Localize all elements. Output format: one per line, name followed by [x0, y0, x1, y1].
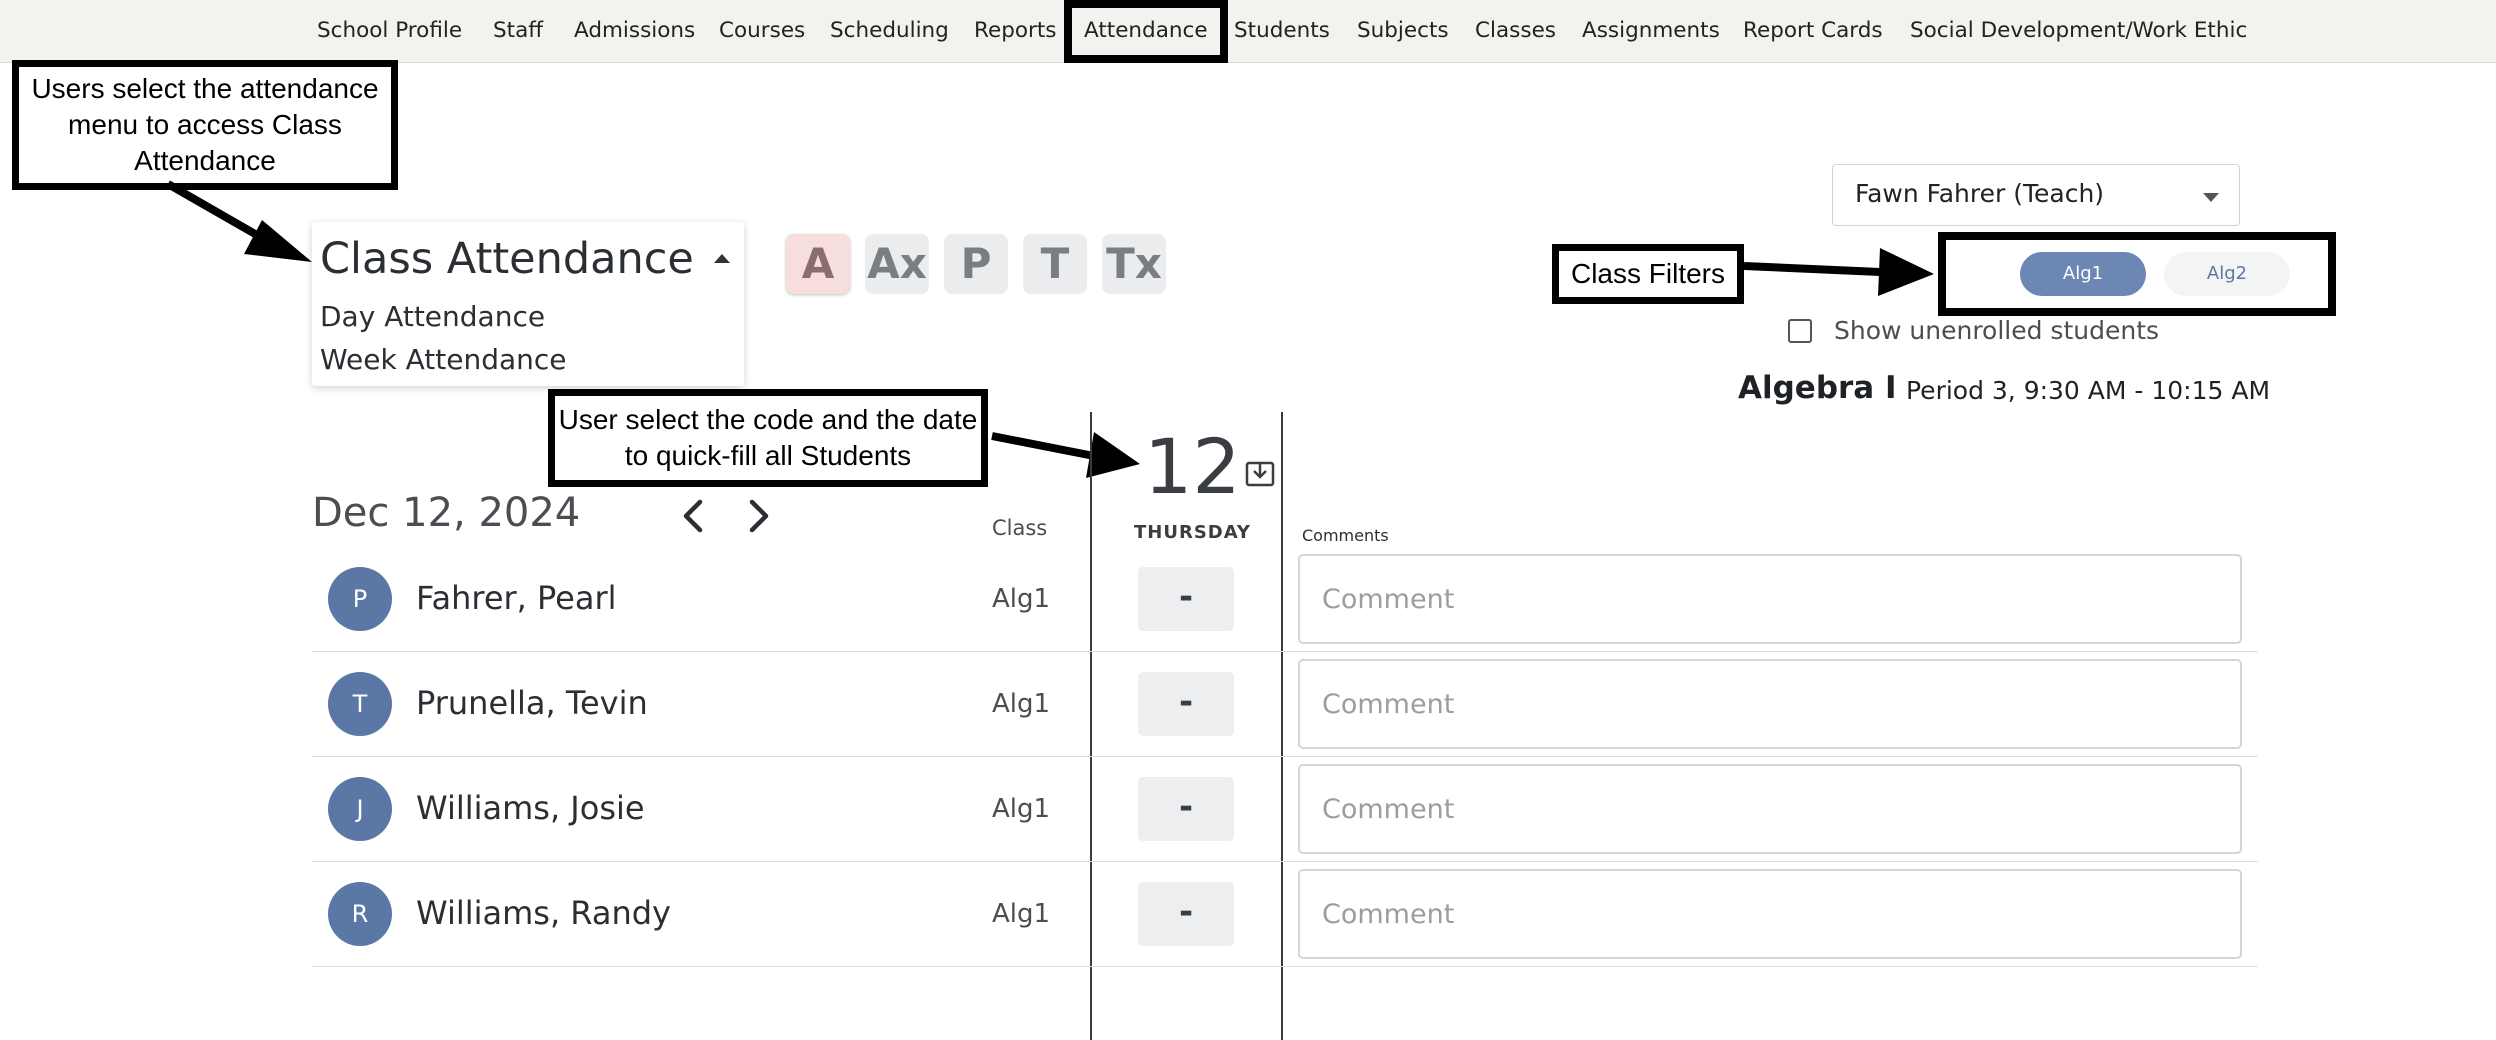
nav-school-profile[interactable]: School Profile	[317, 0, 462, 62]
comment-input[interactable]	[1298, 764, 2242, 854]
nav-subjects[interactable]: Subjects	[1357, 0, 1449, 62]
filter-alg2[interactable]: Alg2	[2164, 252, 2290, 296]
nav-scheduling[interactable]: Scheduling	[830, 0, 949, 62]
day-column-left-border	[1090, 412, 1092, 1040]
row-divider	[312, 861, 2258, 862]
code-t-button[interactable]: T	[1023, 234, 1087, 294]
day-number-header[interactable]: 12	[1144, 422, 1241, 512]
row-divider	[312, 966, 2258, 967]
comments-column-header: Comments	[1302, 526, 1389, 545]
menu-annotation-text: Users select the attendance menu to acce…	[31, 73, 379, 176]
arrow-to-date	[991, 432, 1140, 478]
row-divider	[312, 651, 2258, 652]
student-class: Alg1	[992, 899, 1051, 929]
menu-option-week-attendance[interactable]: Week Attendance	[320, 343, 567, 376]
nav-reports[interactable]: Reports	[974, 0, 1056, 62]
filter-annotation: Class Filters	[1552, 244, 1744, 304]
student-name[interactable]: Williams, Randy	[416, 894, 671, 932]
quick-fill-download-icon[interactable]	[1244, 458, 1276, 490]
code-a-button[interactable]: A	[786, 234, 850, 294]
teacher-select[interactable]: Fawn Fahrer (Teach)	[1832, 164, 2240, 226]
comment-input[interactable]	[1298, 659, 2242, 749]
student-name[interactable]: Prunella, Tevin	[416, 684, 648, 722]
nav-assignments[interactable]: Assignments	[1582, 0, 1720, 62]
student-name[interactable]: Fahrer, Pearl	[416, 579, 617, 617]
code-annotation: User select the code and the date to qui…	[548, 389, 988, 487]
avatar: J	[328, 777, 392, 841]
show-unenrolled-label: Show unenrolled students	[1834, 316, 2160, 345]
show-unenrolled-checkbox[interactable]	[1788, 319, 1812, 343]
current-date: Dec 12, 2024	[312, 490, 581, 536]
class-title: Algebra I	[1738, 370, 1897, 406]
nav-courses[interactable]: Courses	[719, 0, 805, 62]
nav-students[interactable]: Students	[1234, 0, 1330, 62]
attendance-code-cell[interactable]: -	[1138, 882, 1234, 946]
menu-option-day-attendance[interactable]: Day Attendance	[320, 300, 545, 333]
filter-alg1[interactable]: Alg1	[2020, 252, 2146, 296]
comment-input[interactable]	[1298, 554, 2242, 644]
attendance-code-cell[interactable]: -	[1138, 567, 1234, 631]
code-p-button[interactable]: P	[944, 234, 1008, 294]
class-column-header: Class	[992, 516, 1048, 540]
top-nav: School Profile Staff Admissions Courses …	[0, 0, 2496, 63]
arrow-to-menu	[166, 180, 312, 262]
nav-classes[interactable]: Classes	[1475, 0, 1556, 62]
teacher-select-value: Fawn Fahrer (Teach)	[1855, 179, 2105, 208]
menu-annotation: Users select the attendance menu to acce…	[12, 60, 398, 190]
code-tx-button[interactable]: Tx	[1102, 234, 1166, 294]
attendance-code-cell[interactable]: -	[1138, 672, 1234, 736]
nav-admissions[interactable]: Admissions	[574, 0, 695, 62]
attendance-highlight-box	[1064, 0, 1228, 63]
student-class: Alg1	[992, 689, 1051, 719]
caret-up-icon[interactable]	[714, 254, 730, 263]
day-name-header: THURSDAY	[1134, 522, 1251, 543]
arrow-to-filters	[1743, 248, 1934, 296]
avatar: P	[328, 567, 392, 631]
nav-report-cards[interactable]: Report Cards	[1743, 0, 1883, 62]
student-class: Alg1	[992, 794, 1051, 824]
avatar: T	[328, 672, 392, 736]
attendance-code-cell[interactable]: -	[1138, 777, 1234, 841]
student-name[interactable]: Williams, Josie	[416, 789, 645, 827]
row-divider	[312, 756, 2258, 757]
nav-social-development[interactable]: Social Development/Work Ethic	[1910, 0, 2247, 62]
attendance-type-menu[interactable]: Class Attendance Day Attendance Week Att…	[312, 222, 744, 386]
avatar: R	[328, 882, 392, 946]
class-period: Period 3, 9:30 AM - 10:15 AM	[1906, 376, 2271, 405]
chevron-right-icon[interactable]	[738, 496, 778, 536]
code-ax-button[interactable]: Ax	[865, 234, 929, 294]
code-annotation-text: User select the code and the date to qui…	[558, 404, 978, 471]
caret-down-icon	[2203, 193, 2219, 202]
nav-staff[interactable]: Staff	[493, 0, 543, 62]
student-class: Alg1	[992, 584, 1051, 614]
filter-annotation-text: Class Filters	[1570, 258, 1725, 289]
comment-input[interactable]	[1298, 869, 2242, 959]
chevron-left-icon[interactable]	[674, 496, 714, 536]
day-column-right-border	[1281, 412, 1283, 1040]
class-attendance-selected[interactable]: Class Attendance	[320, 234, 694, 284]
